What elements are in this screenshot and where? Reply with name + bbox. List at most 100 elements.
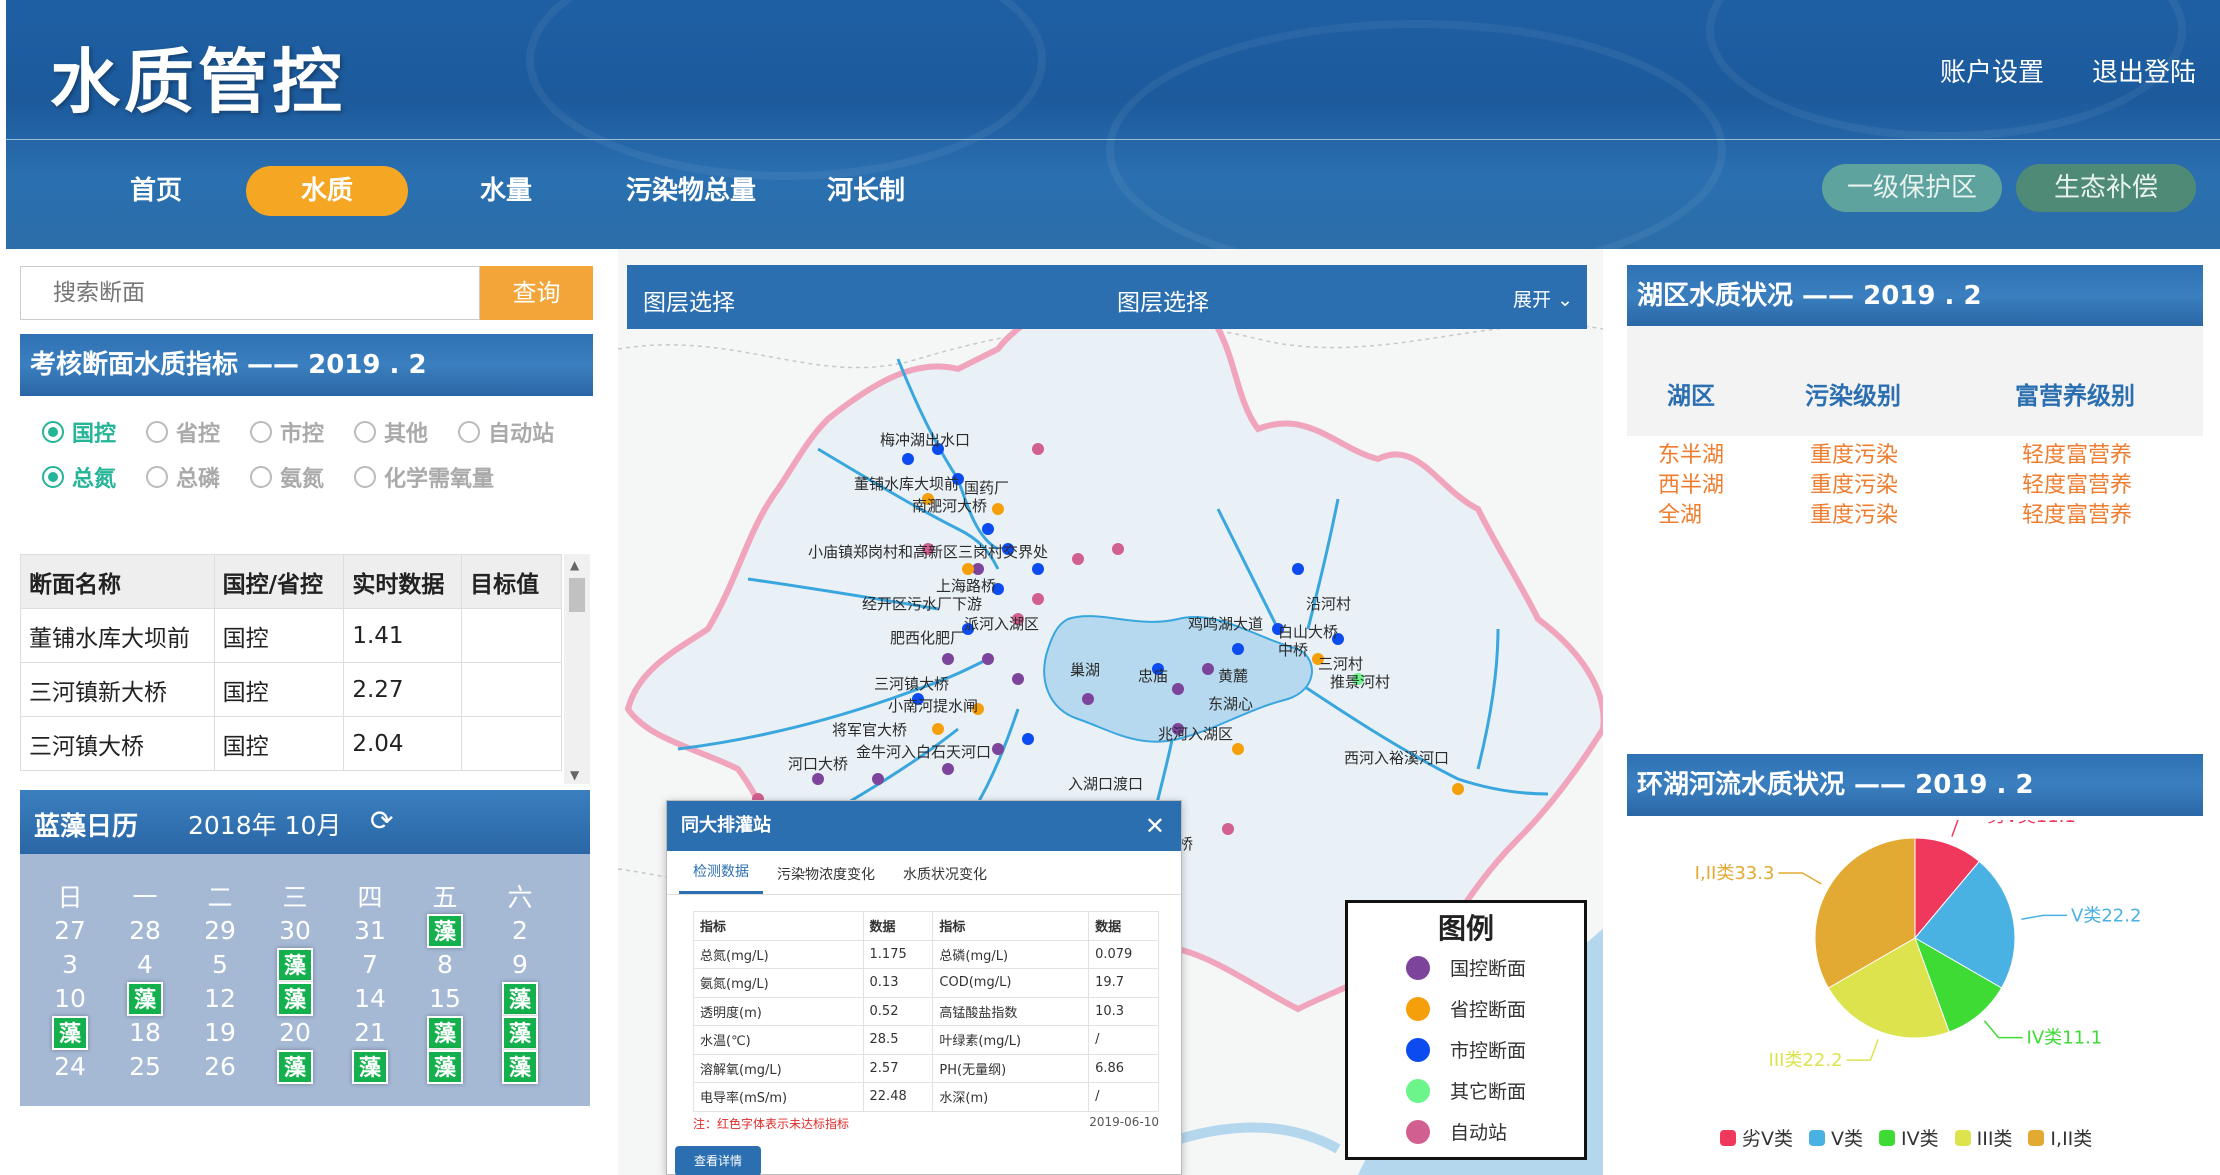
algae-day-badge[interactable]: 藻	[427, 1050, 463, 1084]
calendar-day[interactable]: 20	[270, 1016, 320, 1050]
nav-home[interactable]: 首页	[96, 166, 216, 216]
station-marker[interactable]	[1022, 733, 1034, 745]
algae-day-badge[interactable]: 藻	[427, 1016, 463, 1050]
station-marker[interactable]	[1172, 683, 1184, 695]
station-marker[interactable]	[982, 523, 994, 535]
nav-pollutant-total[interactable]: 污染物总量	[606, 166, 776, 216]
pie-legend-item[interactable]: 劣V类	[1720, 1124, 1793, 1151]
filter-provincial[interactable]: 省控	[146, 416, 220, 448]
logout-link[interactable]: 退出登陆	[2092, 52, 2196, 89]
station-marker[interactable]	[1032, 593, 1044, 605]
calendar-day[interactable]: 25	[120, 1050, 170, 1084]
station-marker[interactable]	[1032, 563, 1044, 575]
expand-toggle[interactable]: 展开 ⌄	[1513, 285, 1573, 312]
pie-legend-item[interactable]: V类	[1809, 1124, 1863, 1151]
calendar-day[interactable]: 31	[345, 914, 395, 948]
legend-item[interactable]: 市控断面	[1348, 1029, 1584, 1070]
pie-legend-item[interactable]: I,II类	[2028, 1124, 2092, 1151]
calendar-day[interactable]: 5	[195, 948, 245, 982]
station-marker[interactable]	[1232, 743, 1244, 755]
close-icon[interactable]: ✕	[1145, 801, 1165, 851]
calendar-day[interactable]: 18	[120, 1016, 170, 1050]
table-row[interactable]: 董铺水库大坝前 国控 1.41	[20, 608, 562, 663]
calendar-day[interactable]: 14	[345, 982, 395, 1016]
station-marker[interactable]	[1292, 563, 1304, 575]
calendar-year-month[interactable]: 2018年 10月	[188, 806, 341, 842]
calendar-day[interactable]: 7	[345, 948, 395, 982]
filter-national[interactable]: 国控	[42, 416, 116, 448]
table-row[interactable]: 三河镇新大桥 国控 2.27	[20, 662, 562, 717]
legend-item[interactable]: 其它断面	[1348, 1070, 1584, 1111]
station-marker[interactable]	[1012, 673, 1024, 685]
station-marker[interactable]	[1082, 693, 1094, 705]
station-marker[interactable]	[812, 773, 824, 785]
station-marker[interactable]	[1202, 663, 1214, 675]
calendar-day[interactable]: 26	[195, 1050, 245, 1084]
calendar-day[interactable]: 29	[195, 914, 245, 948]
algae-day-badge[interactable]: 藻	[277, 1050, 313, 1084]
station-marker[interactable]	[1452, 783, 1464, 795]
view-detail-button[interactable]: 查看详情	[675, 1146, 761, 1175]
station-marker[interactable]	[962, 563, 974, 575]
station-marker[interactable]	[872, 773, 884, 785]
calendar-day[interactable]: 30	[270, 914, 320, 948]
table-scrollbar[interactable]: ▲ ▼	[564, 554, 590, 784]
filter-ammonia[interactable]: 氨氮	[250, 461, 324, 493]
calendar-day[interactable]: 24	[45, 1050, 95, 1084]
legend-item[interactable]: 省控断面	[1348, 988, 1584, 1029]
station-marker[interactable]	[1112, 543, 1124, 555]
legend-item[interactable]: 国控断面	[1348, 947, 1584, 988]
algae-day-badge[interactable]: 藻	[127, 982, 163, 1016]
tab-monitoring-data[interactable]: 检测数据	[679, 861, 763, 894]
algae-day-badge[interactable]: 藻	[502, 1016, 538, 1050]
scroll-down-icon[interactable]: ▼	[570, 768, 579, 782]
table-row[interactable]: 三河镇大桥 国控 2.04	[20, 716, 562, 771]
filter-other[interactable]: 其他	[354, 416, 428, 448]
station-marker[interactable]	[1032, 443, 1044, 455]
algae-day-badge[interactable]: 藻	[352, 1050, 388, 1084]
nav-ecological-compensation[interactable]: 生态补偿	[2016, 164, 2196, 212]
filter-total-nitrogen[interactable]: 总氮	[42, 461, 116, 493]
calendar-day[interactable]: 27	[45, 914, 95, 948]
calendar-day[interactable]: 12	[195, 982, 245, 1016]
tab-quality-trend[interactable]: 水质状况变化	[889, 864, 1001, 894]
calendar-day[interactable]: 9	[495, 948, 545, 982]
station-marker[interactable]	[942, 653, 954, 665]
pie-legend-item[interactable]: III类	[1954, 1124, 2012, 1151]
layer-select-center[interactable]: 图层选择	[1117, 283, 1209, 317]
algae-day-badge[interactable]: 藻	[52, 1016, 88, 1050]
calendar-day[interactable]: 21	[345, 1016, 395, 1050]
algae-day-badge[interactable]: 藻	[502, 1050, 538, 1084]
calendar-day[interactable]: 4	[120, 948, 170, 982]
algae-day-badge[interactable]: 藻	[502, 982, 538, 1016]
calendar-day[interactable]: 10	[45, 982, 95, 1016]
scroll-thumb[interactable]	[569, 578, 585, 612]
filter-auto-station[interactable]: 自动站	[458, 416, 554, 448]
station-marker[interactable]	[1222, 823, 1234, 835]
calendar-day[interactable]: 15	[420, 982, 470, 1016]
nav-water-quantity[interactable]: 水量	[446, 166, 566, 216]
tab-pollutant-trend[interactable]: 污染物浓度变化	[763, 864, 889, 894]
calendar-day[interactable]: 19	[195, 1016, 245, 1050]
nav-river-chief[interactable]: 河长制	[796, 166, 936, 216]
calendar-day[interactable]: 3	[45, 948, 95, 982]
station-marker[interactable]	[992, 743, 1004, 755]
station-marker[interactable]	[942, 763, 954, 775]
filter-cod[interactable]: 化学需氧量	[354, 461, 494, 493]
station-marker[interactable]	[1232, 643, 1244, 655]
legend-item[interactable]: 自动站	[1348, 1111, 1584, 1152]
station-marker[interactable]	[902, 453, 914, 465]
scroll-up-icon[interactable]: ▲	[570, 558, 579, 572]
search-input[interactable]	[21, 267, 479, 319]
nav-water-quality[interactable]: 水质	[246, 166, 408, 216]
station-marker[interactable]	[1072, 553, 1084, 565]
refresh-icon[interactable]: ⟳	[370, 804, 393, 837]
algae-day-badge[interactable]: 藻	[277, 982, 313, 1016]
algae-day-badge[interactable]: 藻	[277, 948, 313, 982]
calendar-day[interactable]: 28	[120, 914, 170, 948]
station-marker[interactable]	[932, 723, 944, 735]
station-marker[interactable]	[982, 653, 994, 665]
filter-city[interactable]: 市控	[250, 416, 324, 448]
account-settings-link[interactable]: 账户设置	[1940, 52, 2044, 89]
nav-primary-protection-zone[interactable]: 一级保护区	[1822, 164, 2002, 212]
